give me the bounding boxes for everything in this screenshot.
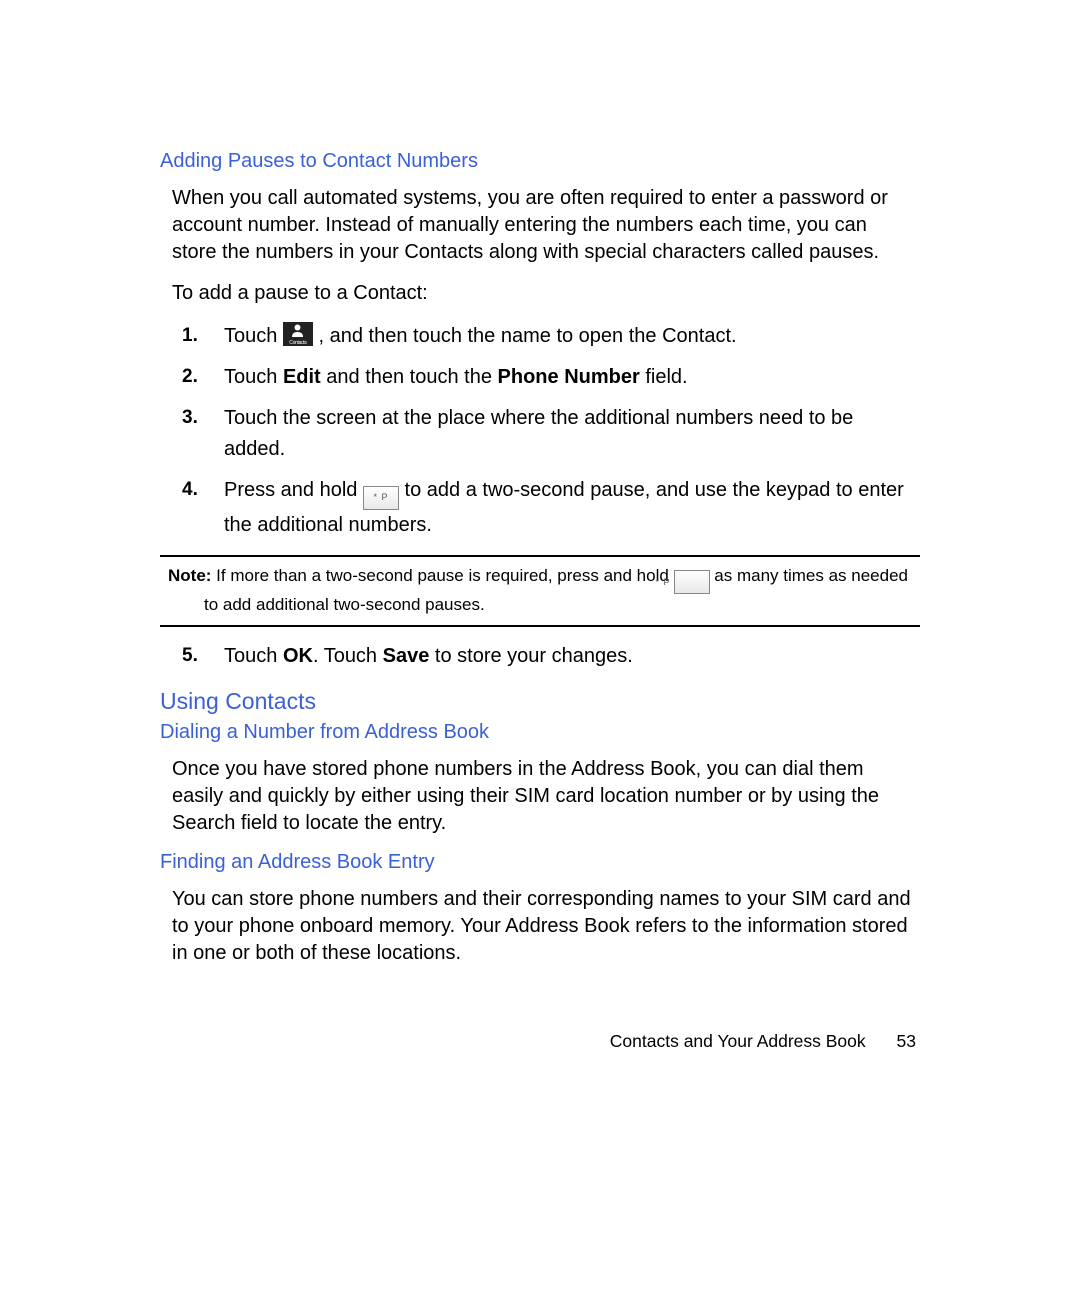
step-5-text-e: to store your changes. <box>429 645 632 667</box>
step-4-text-a: Press and hold <box>224 479 363 501</box>
footer-chapter: Contacts and Your Address Book <box>610 1031 866 1051</box>
note-box: Note: If more than a two-second pause is… <box>160 555 920 627</box>
step-5-text-c: . Touch <box>313 645 383 667</box>
note-text: Note: If more than a two-second pause is… <box>168 565 920 617</box>
step-2-text-a: Touch <box>224 366 283 388</box>
step-4: Press and hold * P to add a two-second p… <box>160 475 920 541</box>
step-3: Touch the screen at the place where the … <box>160 403 920 465</box>
subheading-finding: Finding an Address Book Entry <box>160 851 920 874</box>
step-2-text-e: field. <box>640 366 688 388</box>
step-5-bold-ok: OK <box>283 645 313 667</box>
contacts-app-icon: Contacts <box>283 322 313 346</box>
document-page: Adding Pauses to Contact Numbers When yo… <box>0 0 1080 1112</box>
steps-list: Touch Contacts , and then touch the name… <box>160 321 920 541</box>
subheading-dialing: Dialing a Number from Address Book <box>160 721 920 744</box>
step-5: Touch OK. Touch Save to store your chang… <box>160 641 920 672</box>
heading-using-contacts: Using Contacts <box>160 688 920 715</box>
page-footer: Contacts and Your Address Book 53 <box>160 1031 920 1052</box>
paragraph-pauses-intro: When you call automated systems, you are… <box>160 185 920 266</box>
paragraph-finding: You can store phone numbers and their co… <box>160 886 920 967</box>
footer-page-number: 53 <box>897 1031 916 1051</box>
step-2-bold-edit: Edit <box>283 366 321 388</box>
step-5-bold-save: Save <box>383 645 430 667</box>
note-label: Note: <box>168 566 216 585</box>
step-1-text-a: Touch <box>224 325 283 347</box>
contacts-icon-label: Contacts <box>283 340 313 348</box>
steps-list-continued: Touch OK. Touch Save to store your chang… <box>160 641 920 672</box>
step-1-text-b: , and then touch the name to open the Co… <box>313 325 737 347</box>
step-2: Touch Edit and then touch the Phone Numb… <box>160 362 920 393</box>
subheading-adding-pauses: Adding Pauses to Contact Numbers <box>160 150 920 173</box>
pause-key-icon-note: * P <box>674 570 710 594</box>
pause-key-icon: * P <box>363 486 399 510</box>
paragraph-dialing: Once you have stored phone numbers in th… <box>160 756 920 837</box>
step-2-text-c: and then touch the <box>321 366 498 388</box>
step-5-text-a: Touch <box>224 645 283 667</box>
paragraph-pauses-lead: To add a pause to a Contact: <box>160 280 920 307</box>
note-text-1: If more than a two-second pause is requi… <box>216 566 673 585</box>
step-1: Touch Contacts , and then touch the name… <box>160 321 920 352</box>
step-2-bold-phone-number: Phone Number <box>498 366 640 388</box>
